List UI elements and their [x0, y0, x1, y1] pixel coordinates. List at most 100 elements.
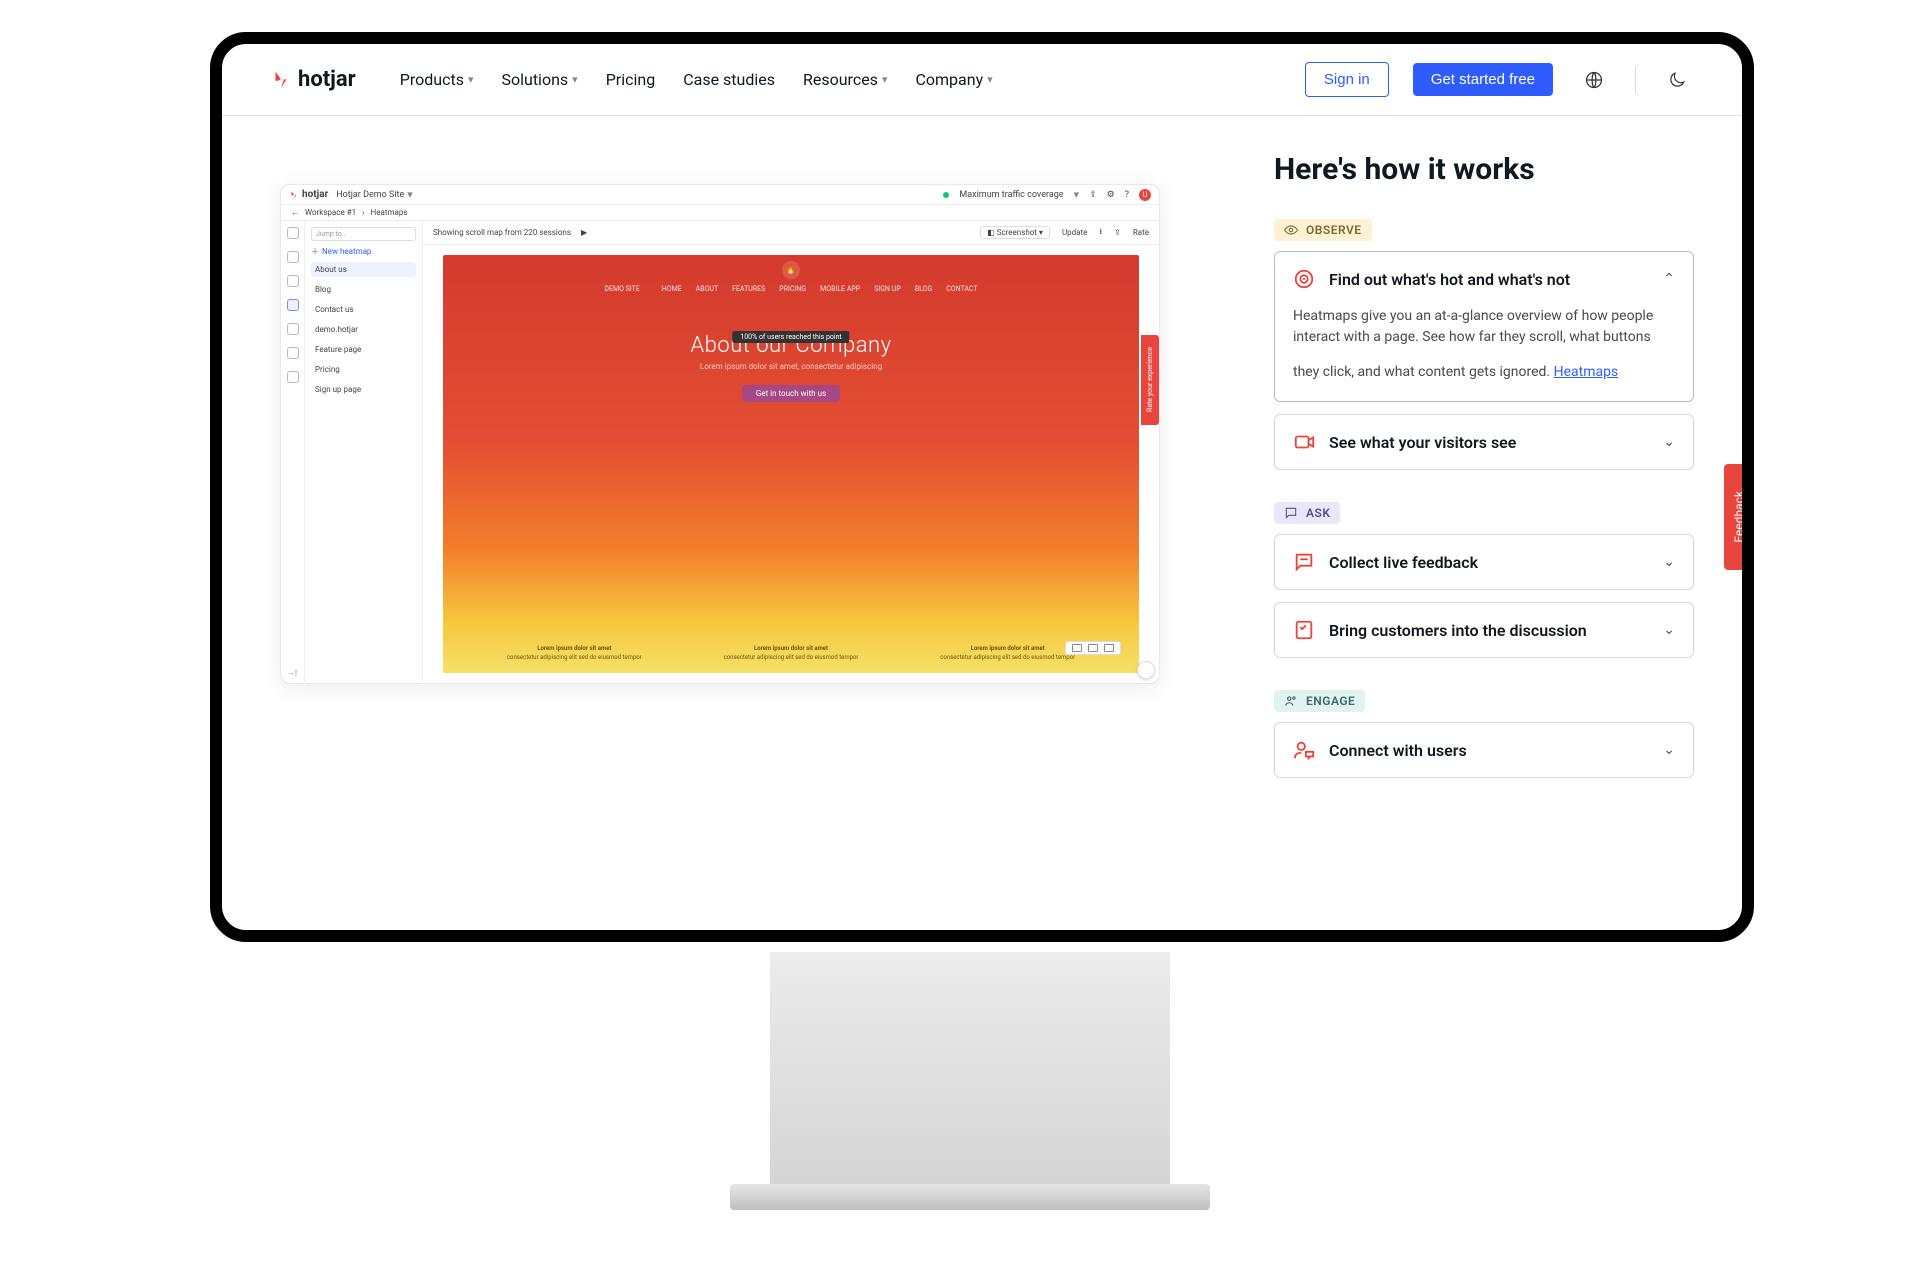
fire-icon: 🔥 [782, 261, 800, 279]
section-tag-observe: OBSERVE [1274, 219, 1372, 241]
pv-nav-icon[interactable] [287, 371, 299, 383]
nav-resources[interactable]: Resources▾ [803, 70, 887, 89]
how-it-works-column: Here's how it works OBSERVE Find out wha… [1244, 152, 1694, 930]
accordion-heatmaps: Find out what's hot and what's not ⌃ Hea… [1274, 251, 1694, 402]
monitor-stand [770, 952, 1170, 1192]
nav-pricing[interactable]: Pricing [606, 70, 656, 89]
accordion-header[interactable]: Bring customers into the discussion ⌄ [1275, 603, 1693, 657]
breadcrumb-workspace[interactable]: Workspace #1 [305, 208, 356, 217]
pv-nav-icon[interactable] [287, 275, 299, 287]
feedback-icon [1293, 551, 1315, 573]
section-tag-engage: ENGAGE [1274, 690, 1365, 712]
users-icon [1284, 694, 1298, 708]
globe-icon [1584, 70, 1604, 90]
chevron-down-icon: ▾ [1074, 188, 1080, 201]
pv-sidebar-item[interactable]: Pricing [311, 362, 416, 377]
flame-icon [270, 69, 292, 91]
pv-main: Showing scroll map from 220 sessions ▶ ◧… [423, 221, 1159, 683]
pv-sidebar-item[interactable]: Feature page [311, 342, 416, 357]
accordion-title: Collect live feedback [1329, 553, 1649, 572]
pv-update-button[interactable]: Update [1062, 228, 1087, 237]
accordion-header[interactable]: Collect live feedback ⌄ [1275, 535, 1693, 589]
desktop-icon[interactable] [1072, 644, 1082, 652]
recording-icon [1293, 431, 1315, 453]
chevron-down-icon: ⌄ [1663, 554, 1675, 570]
product-screenshot: hotjar Hotjar Demo Site▾ Maximum traffic… [280, 184, 1160, 684]
pv-iconbar [281, 221, 305, 683]
pv-sidebar-item[interactable]: Blog [311, 282, 416, 297]
pv-expand-fab[interactable] [1137, 661, 1155, 679]
chevron-down-icon: ▾ [468, 73, 474, 86]
pv-sidebar-item[interactable]: About us [311, 262, 416, 277]
nav-solutions[interactable]: Solutions▾ [501, 70, 577, 89]
demo-cta: Get in touch with us [742, 385, 840, 402]
pv-sidebar-item[interactable]: Sign up page [311, 382, 416, 397]
theme-toggle[interactable] [1660, 63, 1694, 97]
pv-feedback-tab[interactable]: Rate your experience [1141, 335, 1159, 425]
settings-icon[interactable]: ⚙ [1107, 190, 1115, 200]
accordion-title: See what your visitors see [1329, 433, 1649, 452]
accordion-header[interactable]: See what your visitors see ⌄ [1275, 415, 1693, 469]
flame-icon [289, 190, 299, 200]
pv-rate-button[interactable]: Rate [1133, 228, 1149, 237]
page-headline: Here's how it works [1274, 152, 1694, 187]
accordion-header[interactable]: Connect with users ⌄ [1275, 723, 1693, 777]
demo-nav: DEMO SITE HOMEABOUTFEATURESPRICINGMOBILE… [443, 279, 1139, 293]
pv-new-heatmap[interactable]: ＋New heatmap [311, 246, 416, 257]
pv-search[interactable]: Jump to… [311, 227, 416, 241]
nav-products[interactable]: Products▾ [400, 70, 474, 89]
share-icon[interactable]: ⇪ [1114, 228, 1121, 237]
chevron-down-icon: ▾ [882, 73, 888, 86]
chevron-down-icon: ⌄ [1663, 742, 1675, 758]
accordion-header[interactable]: Find out what's hot and what's not ⌃ [1275, 252, 1693, 306]
help-icon[interactable]: ? [1125, 190, 1129, 200]
accordion-interviews: Connect with users ⌄ [1274, 722, 1694, 778]
chevron-down-icon: ⌄ [1663, 434, 1675, 450]
moon-icon [1667, 70, 1687, 90]
feedback-tab[interactable]: Feedback [1724, 464, 1754, 570]
pv-nav-icon[interactable] [287, 251, 299, 263]
scroll-depth-badge: 100% of users reached this point [732, 331, 849, 343]
nav-links: Products▾ Solutions▾ Pricing Case studie… [400, 70, 993, 89]
language-button[interactable] [1577, 63, 1611, 97]
nav-company[interactable]: Company▾ [915, 70, 992, 89]
collapse-icon[interactable]: →| [287, 668, 297, 677]
download-icon[interactable]: ⭳ [1099, 226, 1102, 240]
brand-name: hotjar [298, 67, 356, 92]
pv-screenshot-button[interactable]: ◧ Screenshot ▾ [980, 226, 1050, 239]
avatar[interactable]: U [1139, 189, 1151, 201]
heatmap-canvas: 🔥 DEMO SITE HOMEABOUTFEATURESPRICINGMOBI… [443, 255, 1139, 673]
pv-nav-icon[interactable] [287, 323, 299, 335]
share-icon[interactable]: ⇪ [1089, 190, 1097, 200]
device-toggle[interactable] [1065, 641, 1121, 655]
back-arrow-icon[interactable]: ← [291, 208, 299, 217]
pv-site-selector[interactable]: Hotjar Demo Site▾ [336, 188, 413, 201]
accordion-body: Heatmaps give you an at-a-glance overvie… [1275, 306, 1693, 401]
pv-toolbar: Showing scroll map from 220 sessions ▶ ◧… [423, 221, 1159, 245]
pv-status: Showing scroll map from 220 sessions [433, 228, 571, 237]
accordion-title: Connect with users [1329, 741, 1649, 760]
user-chat-icon [1293, 739, 1315, 761]
chevron-up-icon: ⌃ [1663, 271, 1675, 287]
target-icon [1293, 268, 1315, 290]
pv-sidebar-item[interactable]: demo.hotjar [311, 322, 416, 337]
accordion-surveys: Bring customers into the discussion ⌄ [1274, 602, 1694, 658]
chevron-down-icon: ▾ [572, 73, 578, 86]
brand-logo[interactable]: hotjar [270, 67, 356, 92]
nav-case-studies[interactable]: Case studies [683, 70, 775, 89]
breadcrumb-page[interactable]: Heatmaps [371, 208, 408, 217]
pv-sidebar-item[interactable]: Contact us [311, 302, 416, 317]
sign-in-button[interactable]: Sign in [1305, 62, 1389, 97]
pv-nav-icon[interactable] [287, 227, 299, 239]
survey-icon [1293, 619, 1315, 641]
mobile-icon[interactable] [1104, 644, 1114, 652]
chevron-down-icon: ▾ [987, 73, 993, 86]
chat-icon [1284, 506, 1298, 520]
heatmaps-link[interactable]: Heatmaps [1554, 362, 1619, 383]
tablet-icon[interactable] [1088, 644, 1098, 652]
pv-nav-icon-active[interactable] [287, 299, 299, 311]
monitor-frame: hotjar Products▾ Solutions▾ Pricing Case… [210, 32, 1754, 942]
pv-nav-icon[interactable] [287, 347, 299, 359]
get-started-button[interactable]: Get started free [1413, 63, 1553, 96]
play-icon[interactable]: ▶ [581, 228, 587, 237]
